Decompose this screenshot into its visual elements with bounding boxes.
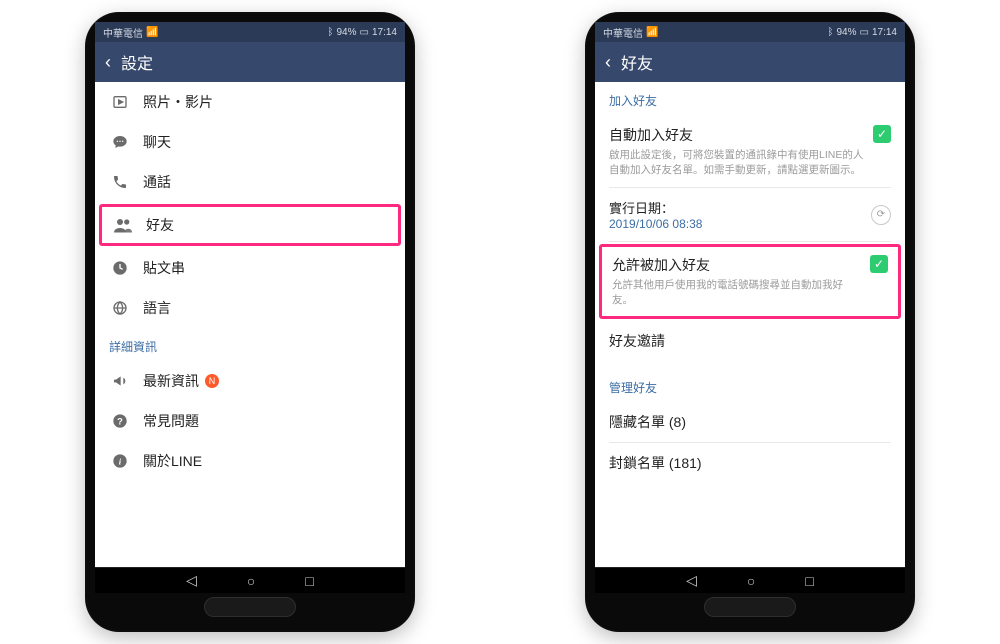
phone-chin: ◁ ○ □ [95, 567, 405, 617]
row-photos[interactable]: 照片・影片 [95, 82, 405, 122]
carrier-label: 中華電信 [603, 25, 643, 40]
friends-content: 加入好友 自動加入好友 啟用此設定後，可將您裝置的通訊錄中有使用LINE的人自動… [595, 82, 905, 567]
highlight-allow-added: 允許被加入好友 允許其他用戶使用我的電話號碼搜尋並自動加我好友。 ✓ [599, 244, 901, 318]
section-manage-friends: 管理好友 [595, 369, 905, 402]
hidden-list-label: 隱藏名單 (8) [609, 412, 891, 432]
row-label: 通話 [143, 172, 391, 192]
nav-home-icon[interactable]: ○ [747, 573, 755, 589]
divider [609, 241, 891, 242]
time-label: 17:14 [372, 27, 397, 38]
back-icon[interactable]: ‹ [605, 53, 611, 71]
auto-add-title: 自動加入好友 [609, 125, 865, 145]
row-calls[interactable]: 通話 [95, 162, 405, 202]
row-label: 常見問題 [143, 411, 391, 431]
status-bar: 中華電信 📶 ᛒ 94% ▭ 17:14 [595, 22, 905, 42]
row-auto-add[interactable]: 自動加入好友 啟用此設定後，可將您裝置的通訊錄中有使用LINE的人自動加入好友名… [595, 115, 905, 187]
row-news[interactable]: 最新資訊 N [95, 361, 405, 401]
back-icon[interactable]: ‹ [105, 53, 111, 71]
svg-text:?: ? [117, 416, 123, 426]
page-title: 好友 [621, 50, 653, 74]
effective-date-value: 2019/10/06 08:38 [609, 217, 863, 231]
highlight-friends: 好友 [99, 204, 401, 246]
row-about[interactable]: i 關於LINE [95, 441, 405, 481]
android-navbar: ◁ ○ □ [95, 567, 405, 593]
row-friend-invite[interactable]: 好友邀請 [595, 321, 905, 361]
settings-content: 照片・影片 聊天 通話 好友 [95, 82, 405, 567]
signal-icon: 📶 [146, 27, 158, 38]
row-blocked-list[interactable]: 封鎖名單 (181) [595, 443, 905, 483]
signal-icon: 📶 [646, 27, 658, 38]
battery-label: 94% [337, 27, 357, 38]
nav-back-icon[interactable]: ◁ [186, 572, 197, 589]
battery-icon: ▭ [360, 27, 369, 38]
chat-icon [109, 134, 131, 150]
help-icon: ? [109, 413, 131, 429]
nav-back-icon[interactable]: ◁ [686, 572, 697, 589]
nav-recent-icon[interactable]: □ [805, 573, 813, 589]
row-label: 照片・影片 [143, 92, 391, 112]
phone-chin: ◁ ○ □ [595, 567, 905, 617]
nav-recent-icon[interactable]: □ [305, 573, 313, 589]
phone-icon [109, 174, 131, 190]
row-label: 關於LINE [143, 451, 391, 471]
row-label: 貼文串 [143, 258, 391, 278]
row-language[interactable]: 語言 [95, 288, 405, 328]
blocked-list-label: 封鎖名單 (181) [609, 453, 891, 473]
header-settings: ‹ 設定 [95, 42, 405, 82]
row-timeline[interactable]: 貼文串 [95, 248, 405, 288]
checkbox-allow-added[interactable]: ✓ [870, 255, 888, 273]
allow-added-title: 允許被加入好友 [612, 255, 862, 275]
info-icon: i [109, 453, 131, 469]
friend-invite-label: 好友邀請 [609, 331, 891, 351]
auto-add-desc: 啟用此設定後，可將您裝置的通訊錄中有使用LINE的人自動加入好友名單。如需手動更… [609, 148, 865, 177]
row-chat[interactable]: 聊天 [95, 122, 405, 162]
photo-icon [109, 94, 131, 110]
physical-home-button[interactable] [204, 597, 296, 617]
bluetooth-icon: ᛒ [828, 27, 834, 38]
row-allow-added[interactable]: 允許被加入好友 允許其他用戶使用我的電話號碼搜尋並自動加我好友。 ✓ [602, 247, 898, 315]
row-faq[interactable]: ? 常見問題 [95, 401, 405, 441]
row-label: 語言 [143, 298, 391, 318]
effective-date-label: 實行日期： [609, 198, 863, 217]
megaphone-icon [109, 373, 131, 389]
battery-icon: ▭ [860, 27, 869, 38]
row-label: 好友 [146, 215, 388, 235]
header-friends: ‹ 好友 [595, 42, 905, 82]
screen-right: 中華電信 📶 ᛒ 94% ▭ 17:14 ‹ 好友 加入好友 自動加入好友 啟用… [595, 22, 905, 567]
screen-left: 中華電信 📶 ᛒ 94% ▭ 17:14 ‹ 設定 照片・影片 [95, 22, 405, 567]
phone-left: 中華電信 📶 ᛒ 94% ▭ 17:14 ‹ 設定 照片・影片 [85, 12, 415, 632]
row-hidden-list[interactable]: 隱藏名單 (8) [595, 402, 905, 442]
battery-label: 94% [837, 27, 857, 38]
checkbox-auto-add[interactable]: ✓ [873, 125, 891, 143]
carrier-label: 中華電信 [103, 25, 143, 40]
friends-icon [112, 217, 134, 233]
bluetooth-icon: ᛒ [328, 27, 334, 38]
new-badge: N [205, 374, 219, 388]
row-friends[interactable]: 好友 [102, 207, 398, 243]
section-add-friends: 加入好友 [595, 82, 905, 115]
allow-added-desc: 允許其他用戶使用我的電話號碼搜尋並自動加我好友。 [612, 278, 862, 307]
page-title: 設定 [121, 50, 153, 74]
physical-home-button[interactable] [704, 597, 796, 617]
row-label: 聊天 [143, 132, 391, 152]
nav-home-icon[interactable]: ○ [247, 573, 255, 589]
time-label: 17:14 [872, 27, 897, 38]
row-effective-date: 實行日期： 2019/10/06 08:38 ⟳ [595, 188, 905, 241]
section-details: 詳細資訊 [95, 328, 405, 361]
sync-icon[interactable]: ⟳ [871, 205, 891, 225]
status-bar: 中華電信 📶 ᛒ 94% ▭ 17:14 [95, 22, 405, 42]
android-navbar: ◁ ○ □ [595, 567, 905, 593]
phone-right: 中華電信 📶 ᛒ 94% ▭ 17:14 ‹ 好友 加入好友 自動加入好友 啟用… [585, 12, 915, 632]
globe-icon [109, 300, 131, 316]
row-label: 最新資訊 [143, 371, 199, 391]
clock-icon [109, 260, 131, 276]
